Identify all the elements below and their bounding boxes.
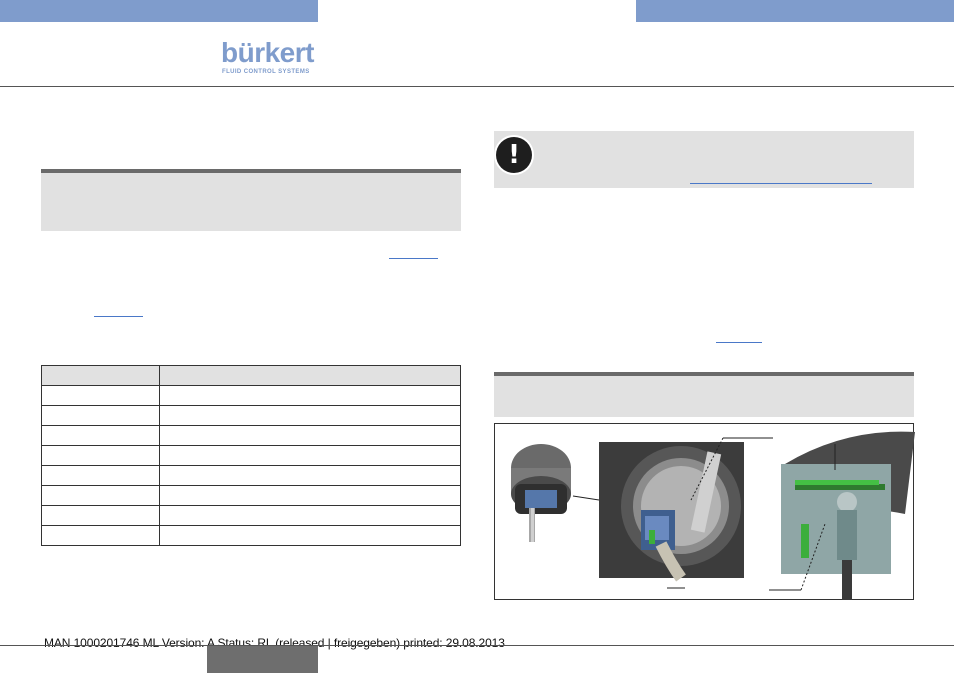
section-heading-box-left (41, 169, 461, 231)
table-cell (159, 405, 461, 426)
header-divider (0, 86, 954, 87)
table-row (41, 405, 461, 426)
footer-page-tab (207, 646, 318, 673)
table-cell (159, 425, 461, 446)
cross-reference-link[interactable] (690, 183, 872, 184)
table-header-row (41, 365, 461, 386)
footer-divider (0, 645, 954, 646)
section-heading-box-right (494, 372, 914, 417)
table-cell (41, 465, 160, 486)
attention-note-box: ! (494, 131, 914, 188)
table-cell (41, 405, 160, 426)
table-row (41, 385, 461, 406)
callout-line (572, 495, 600, 501)
table-cell (159, 505, 461, 526)
cross-reference-link[interactable] (389, 258, 438, 259)
logo-tagline: FLUID CONTROL SYSTEMS (222, 69, 310, 75)
table-cell (41, 385, 160, 406)
cross-reference-link[interactable] (94, 316, 143, 317)
header-band-left (0, 0, 318, 22)
table-cell (41, 445, 160, 466)
table-cell (41, 525, 160, 546)
table-header-cell (41, 365, 160, 386)
table-cell (41, 505, 160, 526)
device-illustration (494, 423, 915, 600)
table-cell (159, 385, 461, 406)
table-cell (159, 485, 461, 506)
table-cell (159, 465, 461, 486)
burkert-logo: bürkert FLUID CONTROL SYSTEMS (221, 38, 319, 78)
device-overview-image (511, 444, 571, 542)
exclamation-icon: ! (494, 135, 534, 175)
header-band-right (636, 0, 954, 22)
illustration-drawing (511, 431, 915, 600)
table-row (41, 525, 461, 546)
table-row (41, 465, 461, 486)
table-cell (41, 485, 160, 506)
logo-wordmark: bürkert (221, 37, 314, 68)
table-cell (159, 525, 461, 546)
table-header-cell (159, 365, 461, 386)
table-cell (159, 445, 461, 466)
table-row (41, 505, 461, 526)
table-cell (41, 425, 160, 446)
cross-reference-link[interactable] (716, 342, 762, 343)
connector-detail-image (599, 442, 744, 582)
table-row (41, 445, 461, 466)
sectional-view-image (781, 431, 915, 600)
specification-table (41, 365, 461, 546)
table-row (41, 425, 461, 446)
table-row (41, 485, 461, 506)
